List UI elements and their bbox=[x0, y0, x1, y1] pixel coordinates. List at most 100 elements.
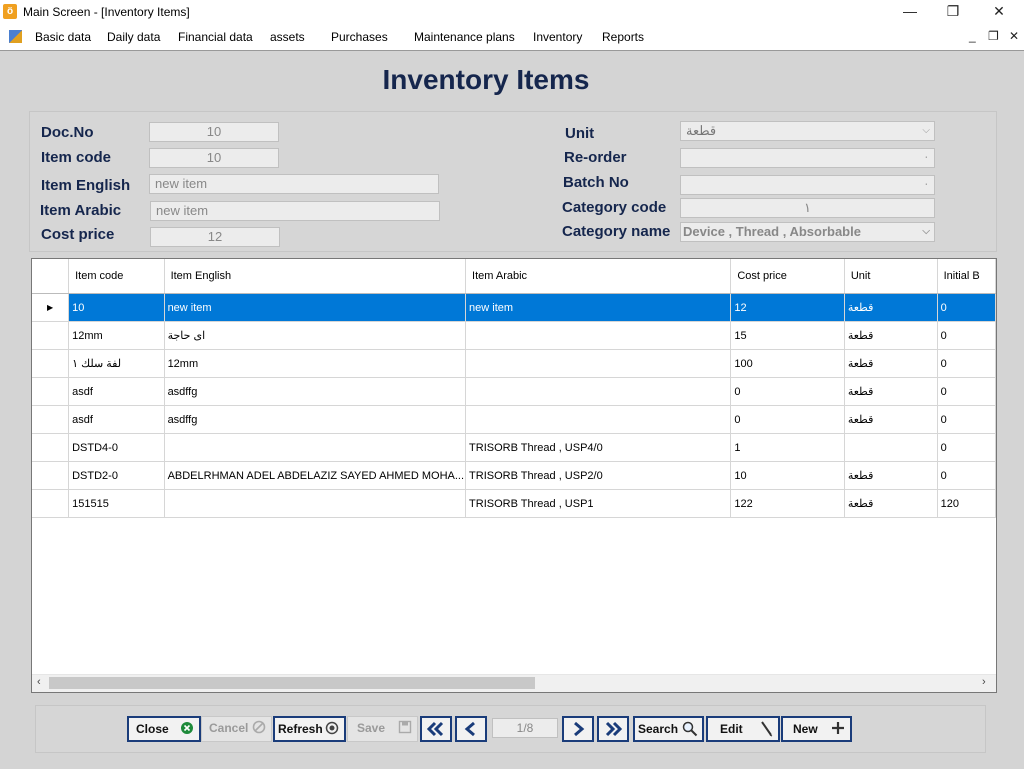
reorder-field[interactable]: ٠ bbox=[680, 148, 935, 168]
cell-cost-price[interactable]: 0 bbox=[730, 377, 845, 406]
cell-cost-price[interactable]: 15 bbox=[730, 321, 845, 350]
menu-maintenance-plans[interactable]: Maintenance plans bbox=[414, 30, 515, 44]
cell-initial-balance[interactable]: 0 bbox=[937, 461, 996, 490]
category-name-combo[interactable]: Device , Thread , Absorbable ⌵ bbox=[680, 222, 935, 242]
scroll-right-icon[interactable]: › bbox=[982, 676, 986, 688]
cell-item-code[interactable]: 12mm bbox=[68, 321, 165, 350]
column-header-item-code[interactable]: Item code bbox=[68, 259, 165, 294]
cell-cost-price[interactable]: 122 bbox=[730, 489, 845, 518]
menu-basic-data[interactable]: Basic data bbox=[35, 30, 91, 44]
cell-item-arabic[interactable] bbox=[465, 349, 732, 378]
cell-unit[interactable]: قطعة bbox=[844, 349, 938, 378]
current-row-indicator-icon[interactable]: ▶ bbox=[32, 293, 70, 322]
row-header[interactable] bbox=[32, 349, 70, 378]
chevron-down-icon[interactable]: ⌵ bbox=[922, 122, 930, 140]
column-header-initial-balance[interactable]: Initial B bbox=[937, 259, 996, 294]
cell-initial-balance[interactable]: 0 bbox=[937, 405, 996, 434]
cell-initial-balance[interactable]: 0 bbox=[937, 293, 996, 322]
cell-item-code[interactable]: 151515 bbox=[68, 489, 165, 518]
scrollbar-thumb[interactable] bbox=[49, 677, 535, 689]
cell-cost-price[interactable]: 10 bbox=[730, 461, 845, 490]
search-button[interactable]: Search bbox=[633, 716, 704, 742]
cell-initial-balance[interactable]: 120 bbox=[937, 489, 996, 518]
row-header[interactable] bbox=[32, 377, 70, 406]
cell-item-arabic[interactable]: TRISORB Thread , USP4/0 bbox=[465, 433, 732, 462]
column-header-item-english[interactable]: Item English bbox=[164, 259, 467, 294]
menu-daily-data[interactable]: Daily data bbox=[107, 30, 160, 44]
cell-item-code[interactable]: 10 bbox=[68, 293, 165, 322]
cell-item-arabic[interactable] bbox=[465, 321, 732, 350]
cell-item-english[interactable] bbox=[164, 433, 467, 462]
cell-cost-price[interactable]: 12 bbox=[730, 293, 845, 322]
cell-item-english[interactable]: 12mm bbox=[164, 349, 467, 378]
items-grid[interactable]: Item code Item English Item Arabic Cost … bbox=[31, 258, 997, 693]
menu-financial-data[interactable]: Financial data bbox=[178, 30, 253, 44]
cell-item-code[interactable]: asdf bbox=[68, 405, 165, 434]
mdi-minimize-button[interactable]: _ bbox=[969, 29, 976, 43]
row-header[interactable] bbox=[32, 489, 70, 518]
table-row[interactable]: 12mm اى حاجة 15 قطعة 0 bbox=[32, 321, 996, 350]
menu-purchases[interactable]: Purchases bbox=[331, 30, 388, 44]
table-row[interactable]: asdf asdffg 0 قطعة 0 bbox=[32, 405, 996, 434]
cell-item-code[interactable]: لفة سلك ١ bbox=[68, 349, 165, 378]
chevron-down-icon[interactable]: ⌵ bbox=[922, 223, 930, 241]
horizontal-scrollbar[interactable]: ‹ › bbox=[32, 674, 996, 692]
table-row[interactable]: لفة سلك ١ 12mm 100 قطعة 0 bbox=[32, 349, 996, 378]
cell-item-arabic[interactable] bbox=[465, 405, 732, 434]
cell-item-arabic[interactable]: TRISORB Thread , USP2/0 bbox=[465, 461, 732, 490]
row-header[interactable] bbox=[32, 321, 70, 350]
cell-item-english[interactable]: asdffg bbox=[164, 405, 467, 434]
category-code-field[interactable]: ١ bbox=[680, 198, 935, 218]
row-header[interactable] bbox=[32, 405, 70, 434]
cell-unit[interactable]: قطعة bbox=[844, 489, 938, 518]
column-header-item-arabic[interactable]: Item Arabic bbox=[465, 259, 732, 294]
menu-reports[interactable]: Reports bbox=[602, 30, 644, 44]
cell-item-english[interactable]: asdffg bbox=[164, 377, 467, 406]
cell-item-arabic[interactable] bbox=[465, 377, 732, 406]
scroll-left-icon[interactable]: ‹ bbox=[37, 676, 41, 688]
table-row[interactable]: 151515 TRISORB Thread , USP1 122 قطعة 12… bbox=[32, 489, 996, 518]
item-code-field[interactable]: 10 bbox=[149, 148, 279, 168]
edit-button[interactable]: Edit bbox=[706, 716, 780, 742]
cost-price-field[interactable]: 12 bbox=[150, 227, 280, 247]
close-button[interactable]: Close bbox=[127, 716, 201, 742]
maximize-button[interactable]: ❐ bbox=[930, 0, 976, 24]
cancel-button[interactable]: Cancel bbox=[201, 716, 272, 742]
row-header[interactable] bbox=[32, 461, 70, 490]
new-button[interactable]: New bbox=[781, 716, 852, 742]
mdi-close-button[interactable]: ✕ bbox=[1009, 29, 1019, 43]
cell-cost-price[interactable]: 0 bbox=[730, 405, 845, 434]
item-english-field[interactable]: new item bbox=[149, 174, 439, 194]
column-header-cost-price[interactable]: Cost price bbox=[730, 259, 845, 294]
row-header[interactable] bbox=[32, 433, 70, 462]
first-record-button[interactable] bbox=[420, 716, 452, 742]
refresh-button[interactable]: Refresh bbox=[273, 716, 346, 742]
menu-inventory[interactable]: Inventory bbox=[533, 30, 582, 44]
cell-item-english[interactable]: new item bbox=[164, 293, 467, 322]
cell-item-arabic[interactable]: new item bbox=[465, 293, 732, 322]
cell-unit[interactable] bbox=[844, 433, 938, 462]
cell-unit[interactable]: قطعة bbox=[844, 321, 938, 350]
table-row[interactable]: DSTD4-0 TRISORB Thread , USP4/0 1 0 bbox=[32, 433, 996, 462]
mdi-restore-button[interactable]: ❐ bbox=[988, 29, 999, 43]
table-row[interactable]: ▶ 10 new item new item 12 قطعة 0 bbox=[32, 293, 996, 322]
last-record-button[interactable] bbox=[597, 716, 629, 742]
save-button[interactable]: Save bbox=[347, 716, 418, 742]
cell-unit[interactable]: قطعة bbox=[844, 293, 938, 322]
mdi-child-icon[interactable] bbox=[9, 30, 22, 43]
next-record-button[interactable] bbox=[562, 716, 594, 742]
unit-combo[interactable]: قطعة ⌵ bbox=[680, 121, 935, 141]
cell-item-arabic[interactable]: TRISORB Thread , USP1 bbox=[465, 489, 732, 518]
cell-initial-balance[interactable]: 0 bbox=[937, 349, 996, 378]
cell-initial-balance[interactable]: 0 bbox=[937, 377, 996, 406]
cell-cost-price[interactable]: 100 bbox=[730, 349, 845, 378]
table-row[interactable]: asdf asdffg 0 قطعة 0 bbox=[32, 377, 996, 406]
close-window-button[interactable]: ✕ bbox=[976, 0, 1022, 24]
cell-initial-balance[interactable]: 0 bbox=[937, 321, 996, 350]
cell-cost-price[interactable]: 1 bbox=[730, 433, 845, 462]
batch-no-field[interactable]: ٠ bbox=[680, 175, 935, 195]
cell-item-code[interactable]: DSTD4-0 bbox=[68, 433, 165, 462]
cell-item-english[interactable]: اى حاجة bbox=[164, 321, 467, 350]
minimize-button[interactable]: — bbox=[887, 0, 933, 24]
cell-initial-balance[interactable]: 0 bbox=[937, 433, 996, 462]
